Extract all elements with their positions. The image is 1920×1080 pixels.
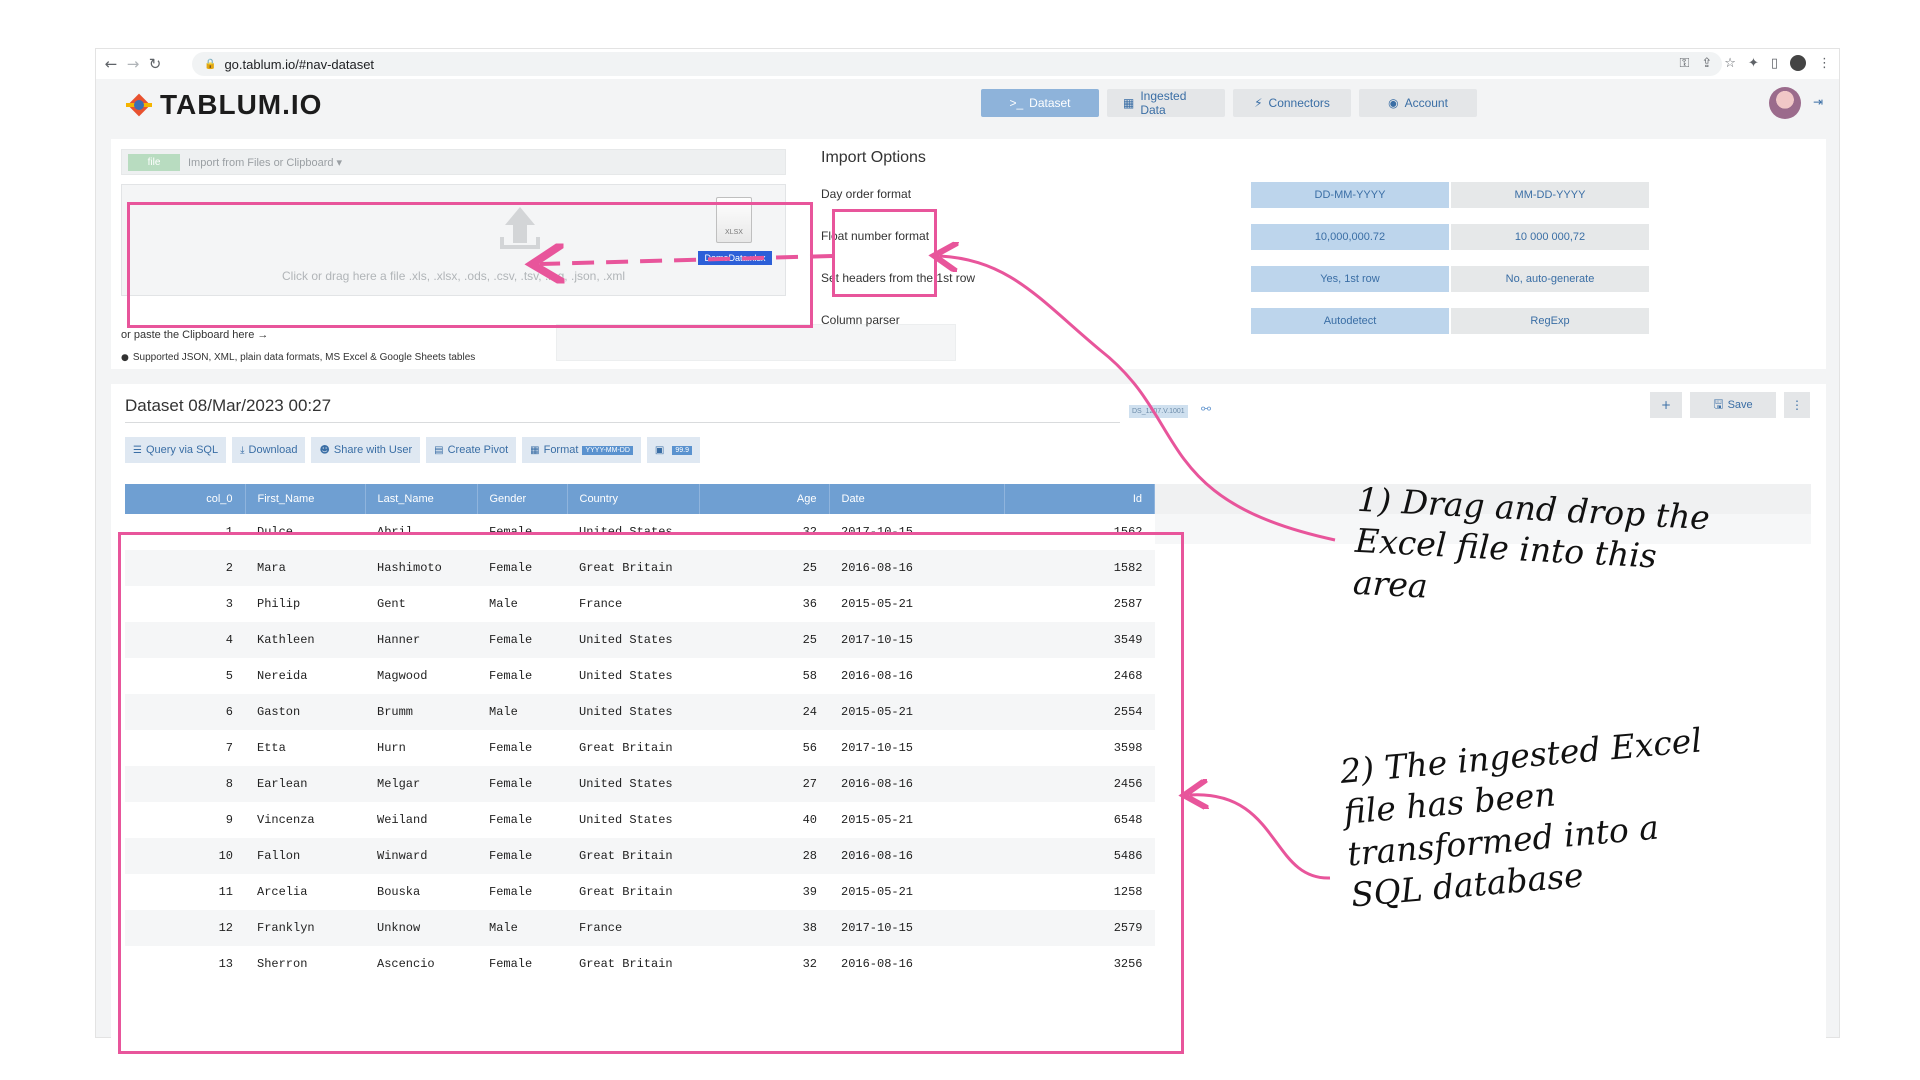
- option-float-format: Float number format 10,000,000.72 10 000…: [821, 224, 1811, 250]
- users-icon: ☻: [319, 444, 330, 456]
- user-icon: ◉: [1388, 96, 1399, 110]
- tab-dataset[interactable]: >_ Dataset: [981, 89, 1099, 117]
- table-header-row: col_0 First_Name Last_Name Gender Countr…: [125, 484, 1155, 514]
- paste-label: or paste the Clipboard here →: [121, 329, 269, 341]
- more-options-button[interactable]: ⋮: [1784, 392, 1810, 418]
- annotation-drag-drop: 1) Drag and drop the Excel file into thi…: [1352, 479, 1711, 606]
- avatar[interactable]: [1769, 87, 1801, 119]
- dataset-actions: + 🖫 Save ⋮: [1650, 392, 1810, 418]
- tab-label: Connectors: [1268, 96, 1330, 110]
- tab-label: Ingested Data: [1140, 89, 1187, 117]
- logo[interactable]: TABLUM.IO: [124, 89, 322, 121]
- tab-account[interactable]: ◉ Account: [1359, 89, 1477, 117]
- forward-icon[interactable]: →: [122, 55, 144, 73]
- browser-actions: ⚿ ⇪ ☆ ✦ ▯ ⋮: [1679, 55, 1831, 71]
- column-header[interactable]: col_0: [125, 484, 246, 514]
- option-selected[interactable]: 10,000,000.72: [1251, 224, 1449, 250]
- import-source-select[interactable]: Import from Files or Clipboard ▾: [188, 156, 342, 169]
- column-header[interactable]: Date: [829, 484, 1005, 514]
- import-options: Import Options Day order format DD-MM-YY…: [821, 149, 1811, 359]
- column-header[interactable]: Id: [1004, 484, 1155, 514]
- option-selected[interactable]: Yes, 1st row: [1251, 266, 1449, 292]
- browser-toolbar: ← → ↻ 🔒 go.tablum.io/#nav-dataset ⚿ ⇪ ☆ …: [96, 49, 1839, 79]
- table-highlight: [118, 532, 1184, 1054]
- info-icon: ●: [121, 352, 129, 363]
- column-header[interactable]: Age: [699, 484, 830, 514]
- back-icon[interactable]: ←: [100, 55, 122, 73]
- create-pivot-button[interactable]: ▤ Create Pivot: [426, 437, 517, 463]
- column-header[interactable]: Country: [567, 484, 700, 514]
- main-nav: >_ Dataset ▦ Ingested Data ⚡ Connectors …: [981, 89, 1477, 117]
- add-button[interactable]: +: [1650, 392, 1682, 418]
- plug-icon: ⚡: [1254, 96, 1263, 110]
- option-selected[interactable]: DD-MM-YYYY: [1251, 182, 1449, 208]
- share-button[interactable]: ☻ Share with User: [311, 437, 421, 463]
- column-header[interactable]: Gender: [477, 484, 568, 514]
- column-header[interactable]: Last_Name: [365, 484, 478, 514]
- annotation-sql-database: 2) The ingested Excel file has been tran…: [1338, 720, 1704, 915]
- option-day-order: Day order format DD-MM-YYYY MM-DD-YYYY: [821, 182, 1811, 208]
- sidepanel-icon[interactable]: ▯: [1771, 56, 1778, 71]
- star-icon[interactable]: ☆: [1724, 56, 1736, 71]
- link-icon[interactable]: ⚯: [1201, 402, 1211, 416]
- tab-label: Dataset: [1029, 96, 1071, 110]
- table-icon: ▦: [1123, 96, 1135, 110]
- file-button[interactable]: file: [128, 153, 180, 171]
- query-sql-button[interactable]: ☰ Query via SQL: [125, 437, 227, 463]
- database-icon: ☰: [133, 444, 142, 456]
- divider: [125, 422, 1120, 423]
- download-icon: ⤓: [240, 444, 245, 456]
- import-options-title: Import Options: [821, 149, 926, 166]
- logo-mark-icon: [124, 90, 154, 120]
- pivot-icon: ▤: [434, 444, 444, 456]
- option-alternative[interactable]: MM-DD-YYYY: [1451, 182, 1649, 208]
- save-button[interactable]: 🖫 Save: [1690, 392, 1776, 418]
- format-chip: YYYY-MM-DD: [582, 445, 633, 455]
- profile-avatar[interactable]: [1790, 55, 1806, 71]
- lock-icon: 🔒: [204, 58, 217, 70]
- save-icon: 🖫: [1713, 396, 1724, 411]
- drop-zone-highlight: [127, 202, 813, 328]
- option-headers: Set headers from the 1st row Yes, 1st ro…: [821, 266, 1811, 292]
- calculator-icon: ▣: [654, 444, 665, 456]
- number-format-button[interactable]: ▣ 99.9: [646, 437, 700, 463]
- option-alternative[interactable]: RegExp: [1451, 308, 1649, 334]
- calendar-icon: ▦: [530, 444, 540, 456]
- dataset-title[interactable]: Dataset 08/Mar/2023 00:27: [125, 396, 331, 416]
- tab-ingested-data[interactable]: ▦ Ingested Data: [1107, 89, 1225, 117]
- supported-note: ● Supported JSON, XML, plain data format…: [121, 352, 476, 363]
- key-icon[interactable]: ⚿: [1679, 56, 1689, 71]
- option-column-parser: Column parser Autodetect RegExp: [821, 308, 1811, 334]
- option-alternative[interactable]: 10 000 000,72: [1451, 224, 1649, 250]
- dataset-toolbar: ☰ Query via SQL ⤓ Download ☻ Share with Use…: [125, 437, 700, 463]
- format-button[interactable]: ▦ Format YYYY-MM-DD: [522, 437, 641, 463]
- number-chip: 99.9: [672, 445, 692, 455]
- terminal-icon: >_: [1009, 96, 1024, 110]
- address-bar[interactable]: 🔒 go.tablum.io/#nav-dataset: [192, 52, 1722, 76]
- logout-icon[interactable]: ⇥: [1813, 95, 1823, 109]
- tab-label: Account: [1404, 96, 1448, 110]
- app-header: TABLUM.IO >_ Dataset ▦ Ingested Data ⚡ C…: [96, 79, 1839, 131]
- import-source-bar[interactable]: file Import from Files or Clipboard ▾: [121, 149, 786, 175]
- file-highlight: [832, 209, 937, 297]
- dataset-id-badge: DS_1207.V.1001: [1129, 405, 1188, 418]
- url-text: go.tablum.io/#nav-dataset: [224, 56, 375, 72]
- menu-icon[interactable]: ⋮: [1818, 56, 1831, 71]
- option-selected[interactable]: Autodetect: [1251, 308, 1449, 334]
- column-header[interactable]: First_Name: [245, 484, 366, 514]
- extensions-icon[interactable]: ✦: [1748, 56, 1759, 71]
- reload-icon[interactable]: ↻: [144, 55, 166, 73]
- share-icon[interactable]: ⇪: [1701, 56, 1712, 71]
- logo-text: TABLUM.IO: [160, 89, 323, 120]
- option-alternative[interactable]: No, auto-generate: [1451, 266, 1649, 292]
- download-button[interactable]: ⤓ Download: [232, 437, 306, 463]
- tab-connectors[interactable]: ⚡ Connectors: [1233, 89, 1351, 117]
- save-label: Save: [1727, 399, 1753, 411]
